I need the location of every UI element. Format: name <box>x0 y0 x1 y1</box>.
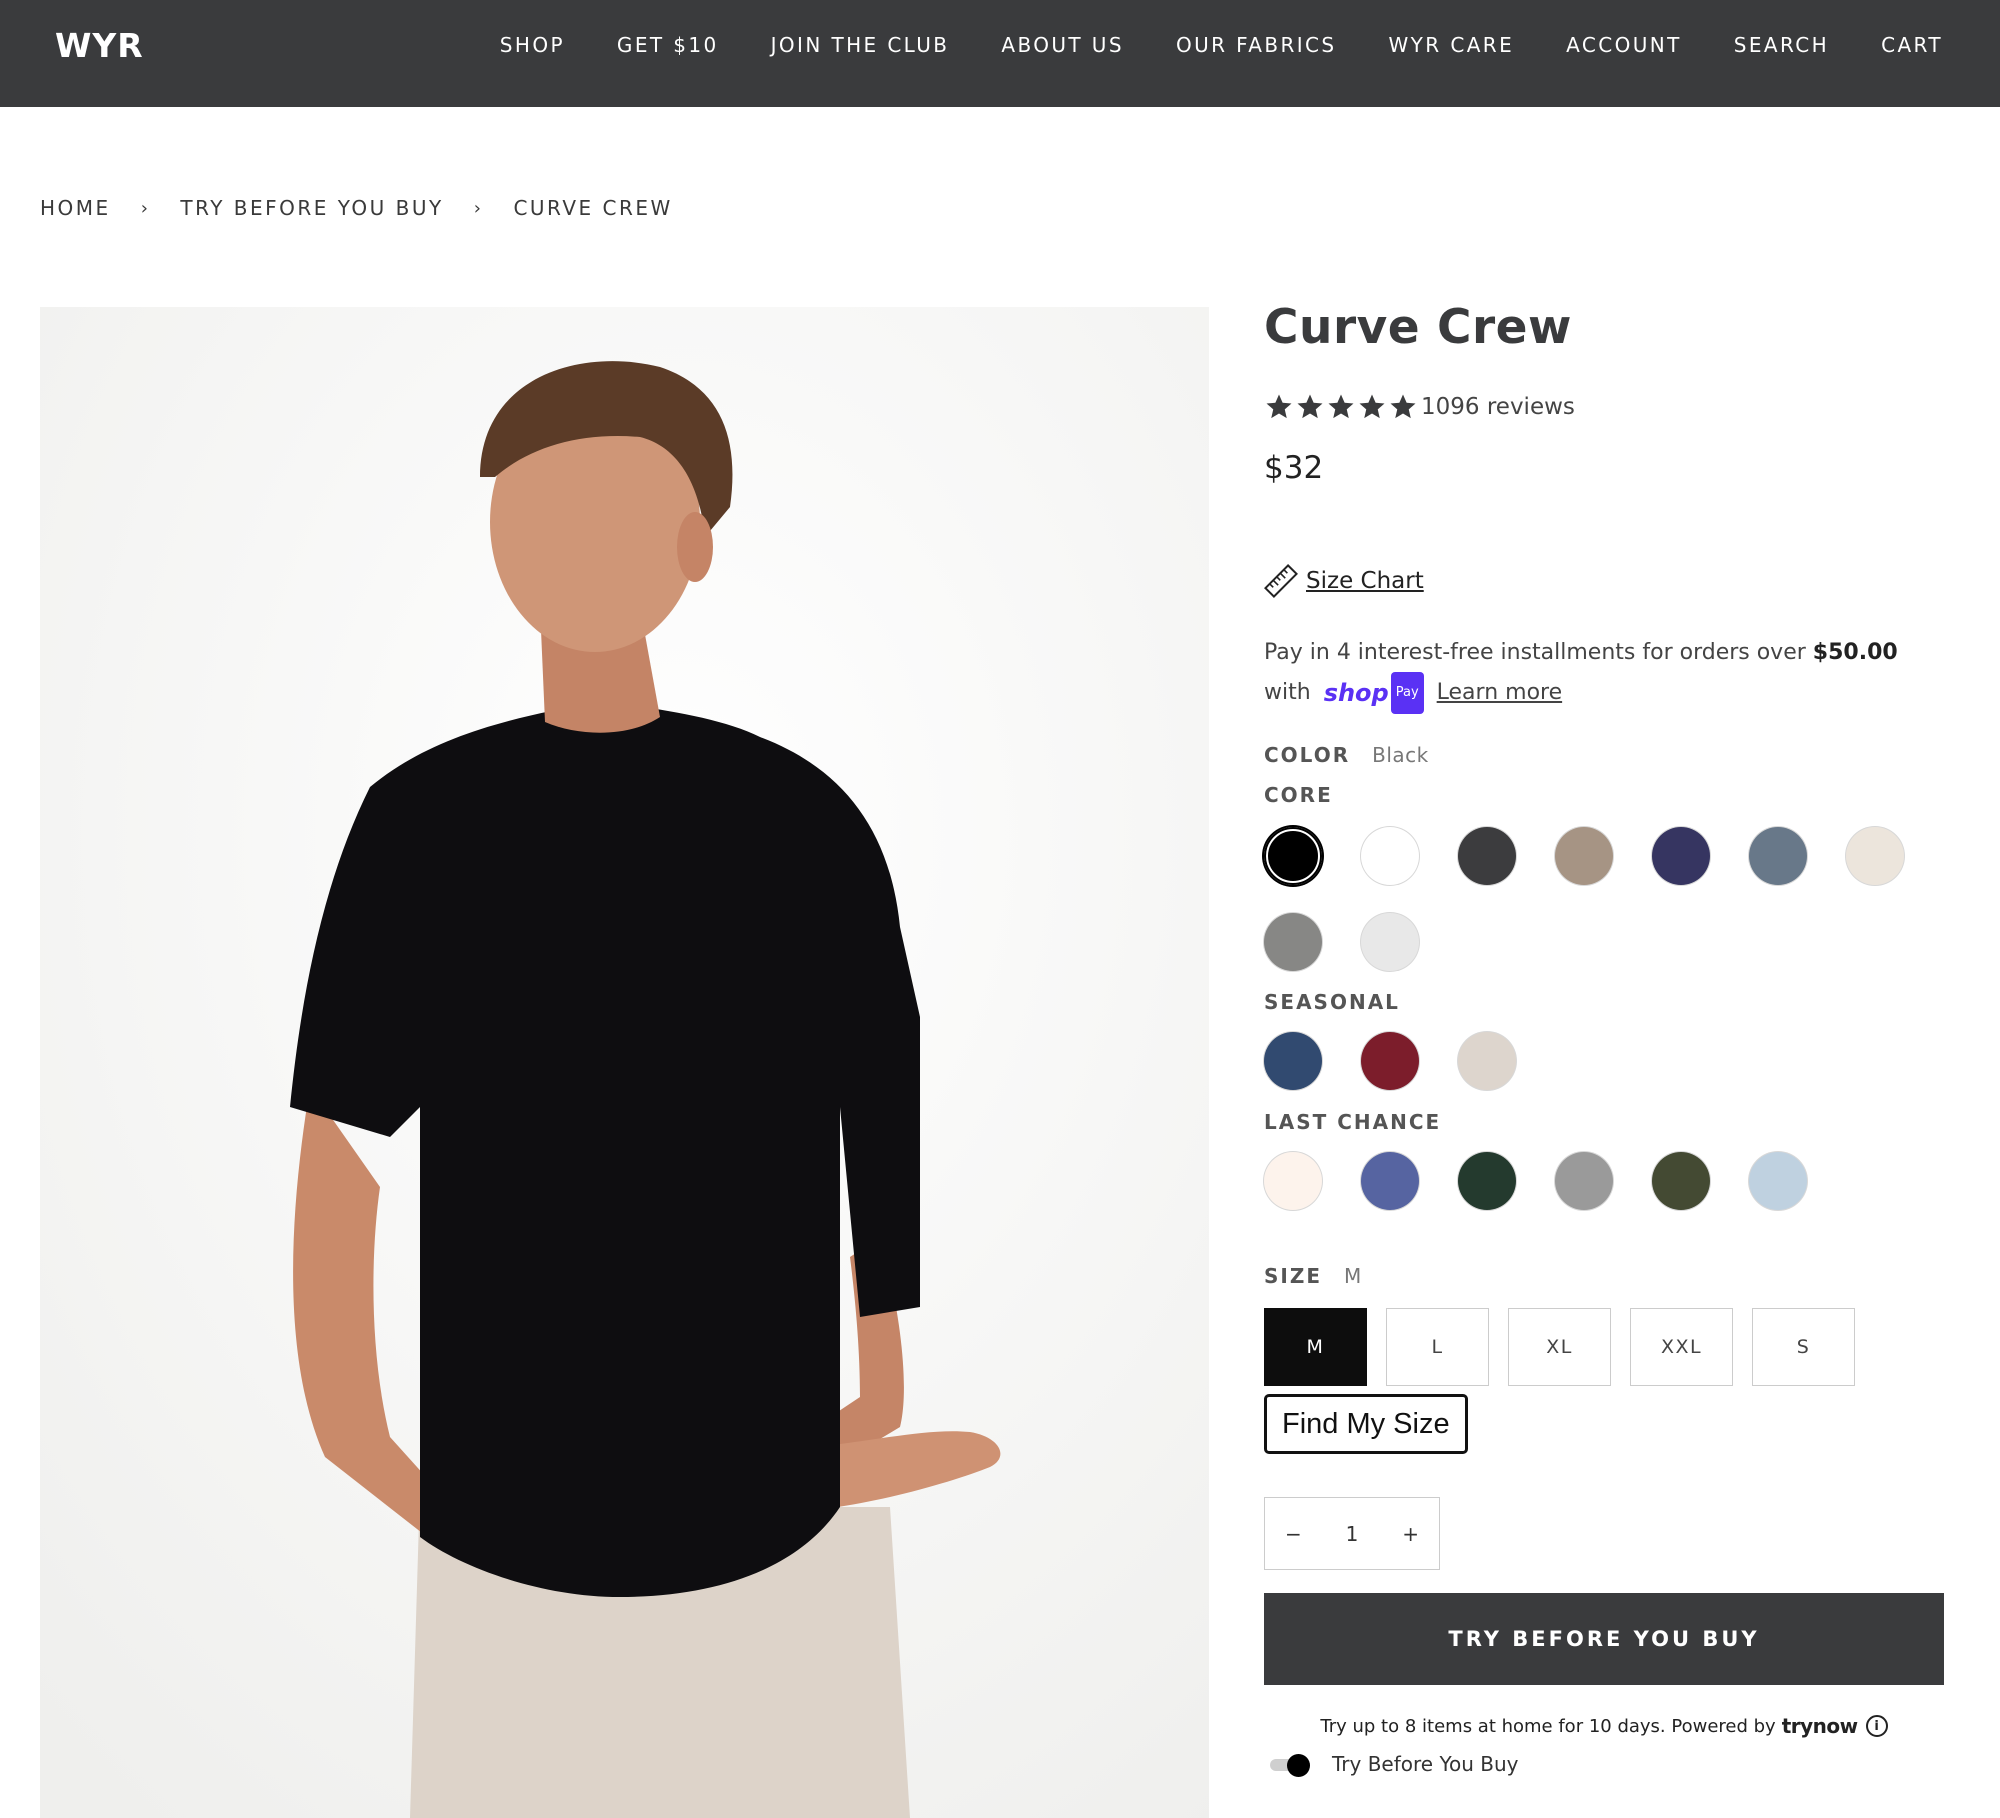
swatch-stone[interactable] <box>1458 1032 1516 1090</box>
swatch-white[interactable] <box>1361 827 1419 885</box>
shop-pay-word: shop <box>1323 679 1389 707</box>
core-swatches <box>1264 827 1943 885</box>
try-before-toggle-row: Try Before You Buy <box>1270 1752 1519 1777</box>
size-option-s[interactable]: S <box>1752 1308 1855 1386</box>
core-group-label: CORE <box>1264 783 1333 807</box>
quantity-decrease-button[interactable]: − <box>1285 1522 1302 1546</box>
main-nav: SHOP GET $10 JOIN THE CLUB ABOUT US OUR … <box>448 33 1943 57</box>
size-chart-label[interactable]: Size Chart <box>1306 568 1424 594</box>
size-label-row: SIZE M <box>1264 1264 1362 1288</box>
toggle-label: Try Before You Buy <box>1332 1752 1519 1776</box>
swatch-charcoal[interactable] <box>1458 827 1516 885</box>
size-option-xl[interactable]: XL <box>1508 1308 1611 1386</box>
size-chart-link[interactable]: Size Chart <box>1264 564 1424 598</box>
shop-pay-logo: shop Pay <box>1324 672 1424 714</box>
breadcrumb-separator: › <box>473 197 484 219</box>
nav-about-us[interactable]: ABOUT US <box>1001 33 1124 57</box>
nav-our-fabrics[interactable]: OUR FABRICS <box>1176 33 1337 57</box>
ruler-icon <box>1264 564 1298 598</box>
nav-join-the-club[interactable]: JOIN THE CLUB <box>771 33 950 57</box>
try-before-toggle[interactable] <box>1270 1754 1310 1777</box>
nav-search[interactable]: SEARCH <box>1734 33 1829 57</box>
star-icon <box>1390 394 1416 419</box>
swatch-taupe[interactable] <box>1555 827 1613 885</box>
product-info: Curve Crew 1096 reviews $32 Size Chart P… <box>1264 300 1944 1777</box>
model-photo <box>40 307 1209 1818</box>
breadcrumb-try-before-you-buy[interactable]: TRY BEFORE YOU BUY <box>180 196 443 220</box>
toggle-knob <box>1287 1754 1310 1777</box>
trynow-logo: trynow <box>1781 1714 1858 1738</box>
learn-more-link[interactable]: Learn more <box>1437 680 1562 705</box>
swatch-cream[interactable] <box>1846 827 1904 885</box>
wyr-logo[interactable]: WYR <box>55 26 144 65</box>
swatch-burgundy[interactable] <box>1361 1032 1419 1090</box>
swatch-light-grey[interactable] <box>1361 913 1419 971</box>
product-price: $32 <box>1264 450 1324 486</box>
size-label: SIZE <box>1264 1264 1323 1288</box>
swatch-blue[interactable] <box>1264 1032 1322 1090</box>
breadcrumb-current: CURVE CREW <box>513 196 673 220</box>
swatch-olive[interactable] <box>1652 1152 1710 1210</box>
seasonal-group-label: SEASONAL <box>1264 990 1400 1014</box>
size-option-m[interactable]: M <box>1264 1308 1367 1386</box>
find-my-size-button[interactable]: Find My Size <box>1264 1394 1468 1454</box>
site-header: WYR SHOP GET $10 JOIN THE CLUB ABOUT US … <box>0 0 2000 107</box>
quantity-stepper: − 1 + <box>1264 1497 1440 1570</box>
swatch-periwinkle[interactable] <box>1361 1152 1419 1210</box>
core-swatches-row2 <box>1264 913 1458 971</box>
rating-stars <box>1264 392 1419 422</box>
selected-color: Black <box>1372 743 1429 767</box>
star-icon <box>1359 394 1385 419</box>
trynow-note: Try up to 8 items at home for 10 days. P… <box>1264 1714 1944 1738</box>
product-image[interactable] <box>40 307 1209 1818</box>
size-option-xxl[interactable]: XXL <box>1630 1308 1733 1386</box>
installments-amount: $50.00 <box>1812 640 1898 665</box>
nav-account[interactable]: ACCOUNT <box>1566 33 1682 57</box>
info-icon[interactable]: i <box>1865 1715 1888 1737</box>
star-icon <box>1297 394 1323 419</box>
swatch-ivory[interactable] <box>1264 1152 1322 1210</box>
shop-pay-installments: Pay in 4 interest-free installments for … <box>1264 634 1944 714</box>
breadcrumb: HOME › TRY BEFORE YOU BUY › CURVE CREW <box>40 196 673 220</box>
product-title: Curve Crew <box>1264 300 1572 355</box>
nav-wyr-care[interactable]: WYR CARE <box>1389 33 1515 57</box>
color-label: COLOR <box>1264 743 1351 767</box>
last-chance-swatches <box>1264 1152 1846 1210</box>
nav-get-10[interactable]: GET $10 <box>617 33 719 57</box>
quantity-increase-button[interactable]: + <box>1402 1522 1419 1546</box>
breadcrumb-separator: › <box>140 197 151 219</box>
color-label-row: COLOR Black <box>1264 743 1429 767</box>
reviews-count[interactable]: 1096 reviews <box>1421 394 1575 420</box>
product-rating[interactable]: 1096 reviews <box>1264 392 1575 422</box>
swatch-grey[interactable] <box>1264 913 1322 971</box>
shop-pay-badge: Pay <box>1390 672 1424 714</box>
swatch-heather[interactable] <box>1555 1152 1613 1210</box>
swatch-slate[interactable] <box>1749 827 1807 885</box>
quantity-value[interactable]: 1 <box>1346 1522 1359 1546</box>
size-option-l[interactable]: L <box>1386 1308 1489 1386</box>
breadcrumb-home[interactable]: HOME <box>40 196 111 220</box>
seasonal-swatches <box>1264 1032 1555 1090</box>
swatch-black[interactable] <box>1264 827 1322 885</box>
trynow-note-text: Try up to 8 items at home for 10 days. P… <box>1320 1715 1776 1737</box>
nav-cart[interactable]: CART <box>1881 33 1943 57</box>
swatch-sky[interactable] <box>1749 1152 1807 1210</box>
nav-shop[interactable]: SHOP <box>500 33 565 57</box>
installments-with: with <box>1264 680 1311 705</box>
swatch-forest[interactable] <box>1458 1152 1516 1210</box>
selected-size: M <box>1344 1264 1362 1288</box>
swatch-navy[interactable] <box>1652 827 1710 885</box>
star-icon <box>1328 394 1354 419</box>
last-chance-group-label: LAST CHANCE <box>1264 1110 1442 1134</box>
installments-text: Pay in 4 interest-free installments for … <box>1264 640 1806 665</box>
star-icon <box>1266 394 1292 419</box>
size-options: M L XL XXL S <box>1264 1308 1874 1386</box>
try-before-you-buy-button[interactable]: TRY BEFORE YOU BUY <box>1264 1593 1944 1685</box>
